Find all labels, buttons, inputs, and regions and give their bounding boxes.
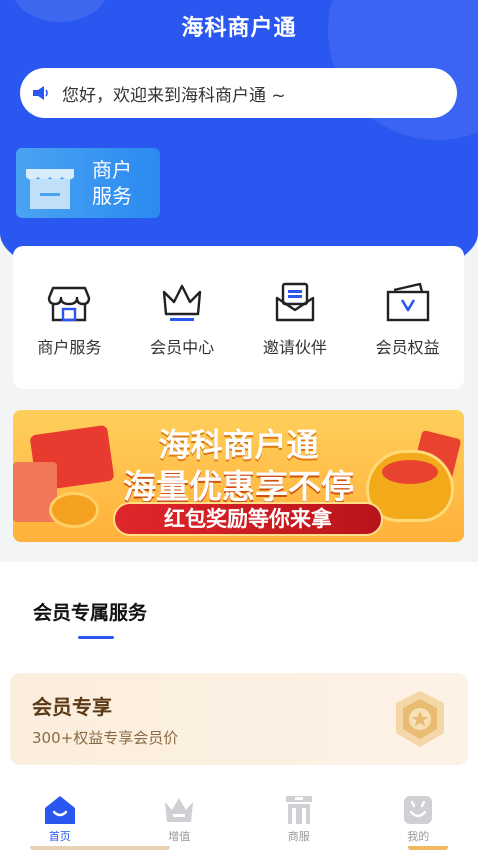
tab-mine[interactable]: 我的 xyxy=(378,794,458,844)
home-icon xyxy=(44,796,75,824)
quick-action-label: 会员权益 xyxy=(375,337,440,357)
store-icon xyxy=(48,286,91,321)
promo-banner[interactable]: 海科商户通 海量优惠享不停 红包奖励等你来拿 xyxy=(13,410,464,542)
quick-action-merchant-service[interactable]: 商户服务 xyxy=(19,278,119,358)
tab-label: 商服 xyxy=(287,830,310,843)
tile-label-line1: 商户 xyxy=(92,158,132,182)
page-title: 海科商户通 xyxy=(181,16,297,41)
tab-home[interactable]: 首页 xyxy=(20,794,100,844)
banner-subtitle: 海量优惠享不停 xyxy=(123,467,354,506)
wallet-icon xyxy=(386,282,429,321)
tab-label: 我的 xyxy=(407,830,430,843)
notice-bar[interactable]: 您好，欢迎来到海科商户通 ~ xyxy=(20,68,457,118)
tab-label: 增值 xyxy=(168,830,191,843)
quick-action-member-center[interactable]: 会员中心 xyxy=(132,278,232,358)
banner-pill: 红包奖励等你来拿 xyxy=(113,502,383,536)
building-icon xyxy=(285,796,312,824)
crown-icon xyxy=(165,798,194,822)
quick-action-label: 商户服务 xyxy=(37,337,102,357)
vip-exclusive-card[interactable]: 会员专享 300+权益专享会员价 xyxy=(10,673,468,765)
quick-actions-card: 商户服务 会员中心 邀请伙伴 会员权益 xyxy=(13,246,464,389)
section-underline xyxy=(78,636,114,639)
speaker-icon xyxy=(33,86,48,100)
tab-label: 首页 xyxy=(48,830,71,843)
smiley-icon xyxy=(404,796,433,824)
shop-icon xyxy=(26,169,74,209)
notice-text: 您好，欢迎来到海科商户通 ~ xyxy=(62,85,286,106)
medal-icon xyxy=(396,691,444,747)
quick-action-label: 会员中心 xyxy=(150,337,215,357)
bottom-tab-bar: 首页 增值 商服 我的 xyxy=(0,784,478,846)
quick-action-label: 邀请伙伴 xyxy=(262,337,327,357)
section-title: 会员专属服务 xyxy=(33,602,148,624)
vip-subtitle: 300+权益专享会员价 xyxy=(32,729,179,747)
tile-label-line2: 服务 xyxy=(92,184,132,208)
quick-action-invite-partner[interactable]: 邀请伙伴 xyxy=(245,278,345,358)
envelope-icon xyxy=(275,282,315,321)
tab-merchant[interactable]: 商服 xyxy=(259,794,339,844)
merchant-service-tile[interactable]: 商户 服务 xyxy=(16,148,160,218)
tab-value-added[interactable]: 增值 xyxy=(139,794,219,844)
crown-icon xyxy=(162,284,202,321)
quick-action-member-benefits[interactable]: 会员权益 xyxy=(358,278,458,358)
vip-title: 会员专享 xyxy=(32,695,112,719)
